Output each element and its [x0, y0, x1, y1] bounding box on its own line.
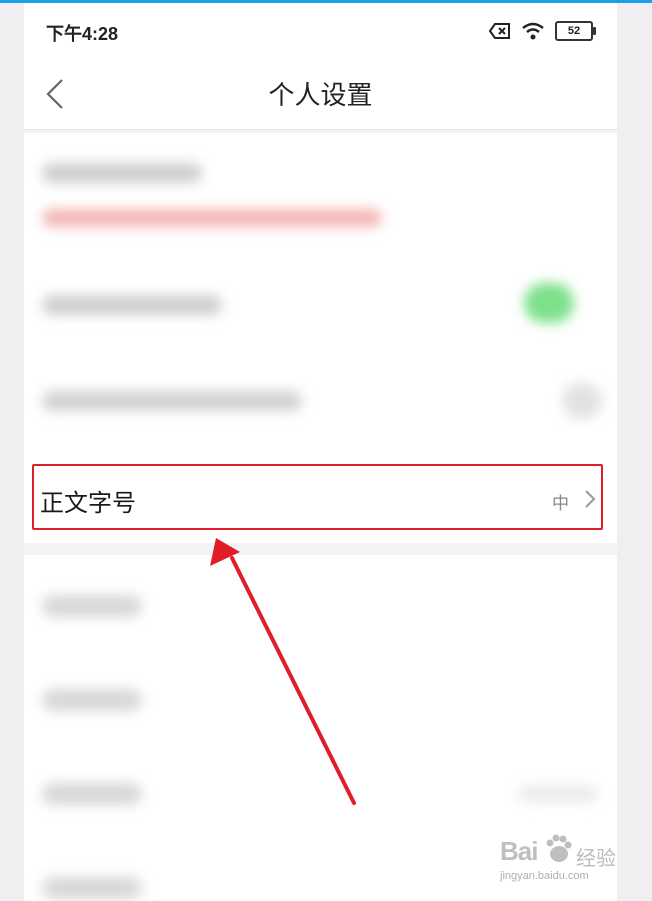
settings-group-blurred — [24, 133, 617, 450]
blurred-row-5-title[interactable] — [42, 689, 142, 711]
sim-off-icon — [489, 23, 510, 39]
baidu-jingyan-watermark: Bai 经验 jingyan.baidu.com — [500, 830, 618, 890]
blurred-row-1-subtitle — [42, 209, 382, 227]
paw-icon — [546, 834, 572, 862]
blurred-row-2-title[interactable] — [42, 295, 222, 315]
battery-icon: 52 — [555, 21, 596, 41]
status-bar: 下午4:28 52 — [24, 3, 617, 55]
blurred-toggle[interactable] — [524, 283, 574, 323]
battery-level: 52 — [567, 25, 581, 37]
wifi-icon — [522, 22, 544, 40]
blurred-row-6-value — [518, 785, 598, 803]
blurred-row-7-title[interactable] — [42, 877, 142, 899]
navigation-bar: 个人设置 — [24, 55, 617, 130]
status-icons: 52 — [489, 21, 596, 41]
watermark-url: jingyan.baidu.com — [500, 870, 589, 882]
blurred-row-1-title[interactable] — [42, 163, 202, 183]
phone-screen: 下午4:28 52 个人设置 正文字号 中 — [24, 3, 617, 901]
status-time: 下午4:28 — [46, 24, 119, 44]
watermark-brand-cn: 经验 — [576, 846, 616, 870]
highlight-box — [32, 464, 603, 530]
page-title: 个人设置 — [268, 81, 373, 111]
blurred-row-4-title[interactable] — [42, 595, 142, 617]
watermark-brand: Bai — [500, 836, 538, 866]
blurred-row-6-title[interactable] — [42, 783, 142, 805]
blurred-row-3-title[interactable] — [42, 391, 302, 411]
blurred-row-3-control[interactable] — [562, 383, 602, 419]
